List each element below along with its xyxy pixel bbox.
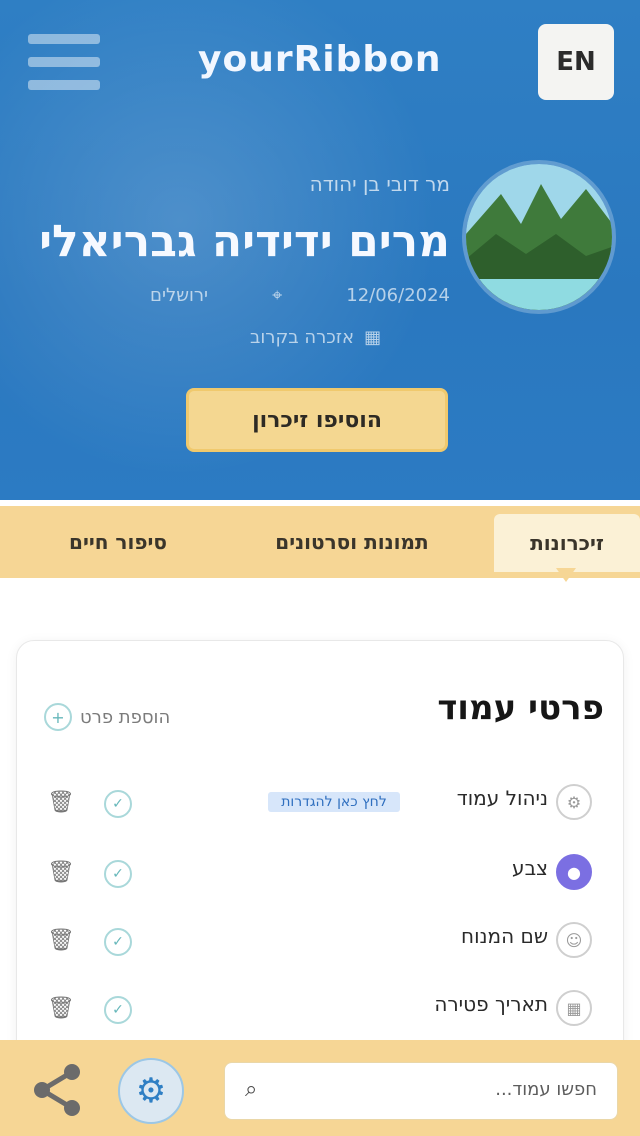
tab-life-story[interactable]: סיפור חיים	[18, 522, 218, 562]
profile-subtitle: מר דובי בן יהודה	[309, 172, 450, 196]
calendar-icon: ▦	[364, 326, 382, 348]
trash-icon[interactable]: 🗑	[47, 992, 75, 1024]
search-input[interactable]: חפשו עמוד... ⌕	[224, 1062, 618, 1120]
detail-row[interactable]: ☺ שם המנוח ✓ 🗑	[40, 918, 600, 962]
hero-header: yourRibbon EN מר דובי בן יהודה מרים ידיד…	[0, 0, 640, 500]
detail-row[interactable]: ⚙ ניהול עמוד לחץ כאן להגדרות ✓ 🗑	[40, 780, 600, 824]
date-text: 12/06/2024	[346, 284, 450, 306]
add-detail-label: הוספת פרט	[80, 706, 171, 728]
tab-memories[interactable]: זיכרונות	[494, 514, 640, 572]
profile-name: מרים ידידיה גבריאלי	[39, 216, 450, 267]
gear-icon[interactable]: ⚙	[118, 1058, 184, 1124]
profile-meta-2: ▦ אזכרה בקרוב	[250, 322, 450, 352]
detail-label: שם המנוח	[461, 924, 548, 948]
check-icon[interactable]: ✓	[104, 790, 132, 818]
palette-icon: ●	[556, 854, 592, 890]
card-title: פרטי עמוד	[437, 688, 604, 728]
language-button[interactable]: EN	[538, 24, 614, 100]
meta-extra-text: אזכרה בקרוב	[250, 326, 355, 348]
settings-link[interactable]: לחץ כאן להגדרות	[268, 792, 400, 812]
trash-icon[interactable]: 🗑	[47, 924, 75, 956]
profile-avatar	[462, 160, 616, 314]
location-text: ירושלים	[150, 284, 209, 306]
detail-row[interactable]: ▦ תאריך פטירה ✓ 🗑	[40, 986, 600, 1030]
user-icon: ☺	[556, 922, 592, 958]
check-icon[interactable]: ✓	[104, 860, 132, 888]
detail-label: צבע	[512, 856, 548, 880]
site-logo[interactable]: yourRibbon	[198, 38, 441, 82]
location-pin-icon: ⌖	[272, 284, 283, 306]
hamburger-icon[interactable]	[28, 28, 100, 96]
profile-meta: 12/06/2024 ⌖ ירושלים	[150, 280, 450, 310]
search-placeholder: חפשו עמוד...	[495, 1079, 597, 1100]
calendar-icon: ▦	[556, 990, 592, 1026]
check-icon[interactable]: ✓	[104, 996, 132, 1024]
plus-icon: +	[44, 703, 72, 731]
add-detail-button[interactable]: + הוספת פרט	[44, 702, 194, 732]
trash-icon[interactable]: 🗑	[47, 856, 75, 888]
detail-label: תאריך פטירה	[434, 992, 548, 1016]
tab-bar: סיפור חיים תמונות וסרטונים זיכרונות	[0, 506, 640, 578]
check-icon[interactable]: ✓	[104, 928, 132, 956]
trash-icon[interactable]: 🗑	[47, 786, 75, 818]
share-icon[interactable]	[26, 1058, 90, 1122]
tab-photos-videos[interactable]: תמונות וסרטונים	[232, 522, 472, 562]
tab-indicator	[556, 568, 576, 582]
search-icon: ⌕	[245, 1077, 258, 1102]
settings-icon: ⚙	[556, 784, 592, 820]
add-memory-button[interactable]: הוסיפו זיכרון	[186, 388, 448, 452]
detail-row[interactable]: ● צבע ✓ 🗑	[40, 850, 600, 894]
